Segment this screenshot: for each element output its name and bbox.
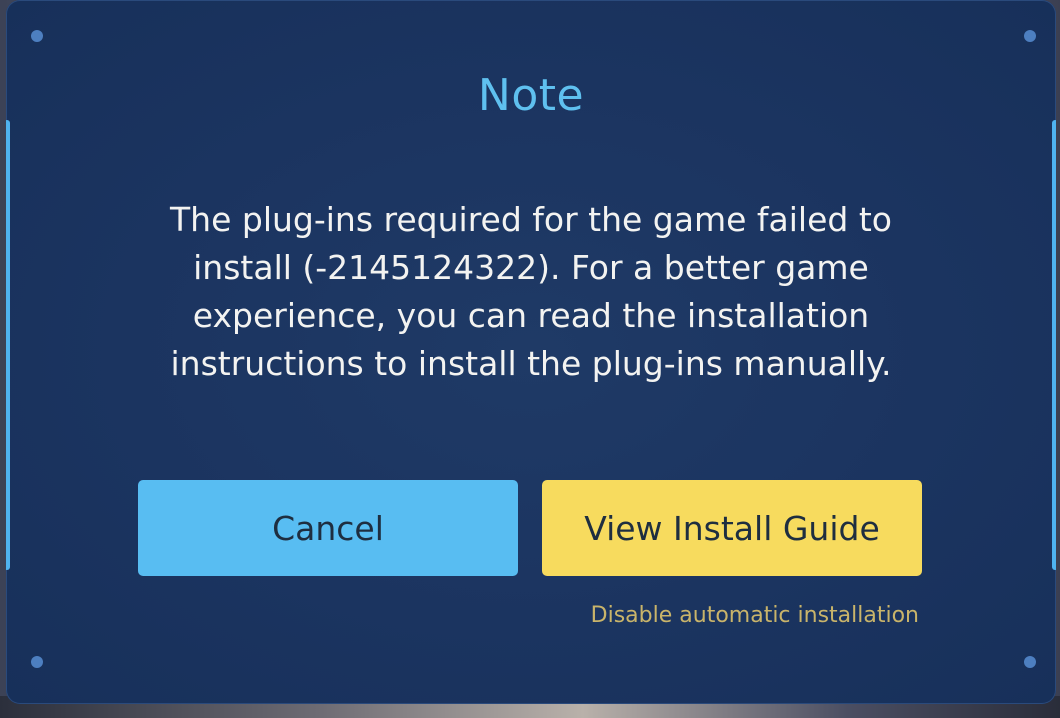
cancel-button-label: Cancel <box>272 508 384 548</box>
dialog-title: Note <box>477 70 585 121</box>
corner-dot-top-right <box>1024 30 1036 42</box>
left-accent-bar <box>6 120 10 570</box>
disable-automatic-installation-link[interactable]: Disable automatic installation <box>591 603 919 628</box>
corner-dot-bottom-left <box>31 656 43 668</box>
plugin-install-dialog: Note The plug-ins required for the game … <box>6 0 1056 704</box>
right-accent-bar <box>1052 120 1056 570</box>
cancel-button[interactable]: Cancel <box>138 480 518 576</box>
corner-dot-bottom-right <box>1024 656 1036 668</box>
view-install-guide-button[interactable]: View Install Guide <box>542 480 922 576</box>
view-install-guide-label: View Install Guide <box>584 508 880 548</box>
dialog-message: The plug-ins required for the game faile… <box>170 200 892 383</box>
corner-dot-top-left <box>31 30 43 42</box>
